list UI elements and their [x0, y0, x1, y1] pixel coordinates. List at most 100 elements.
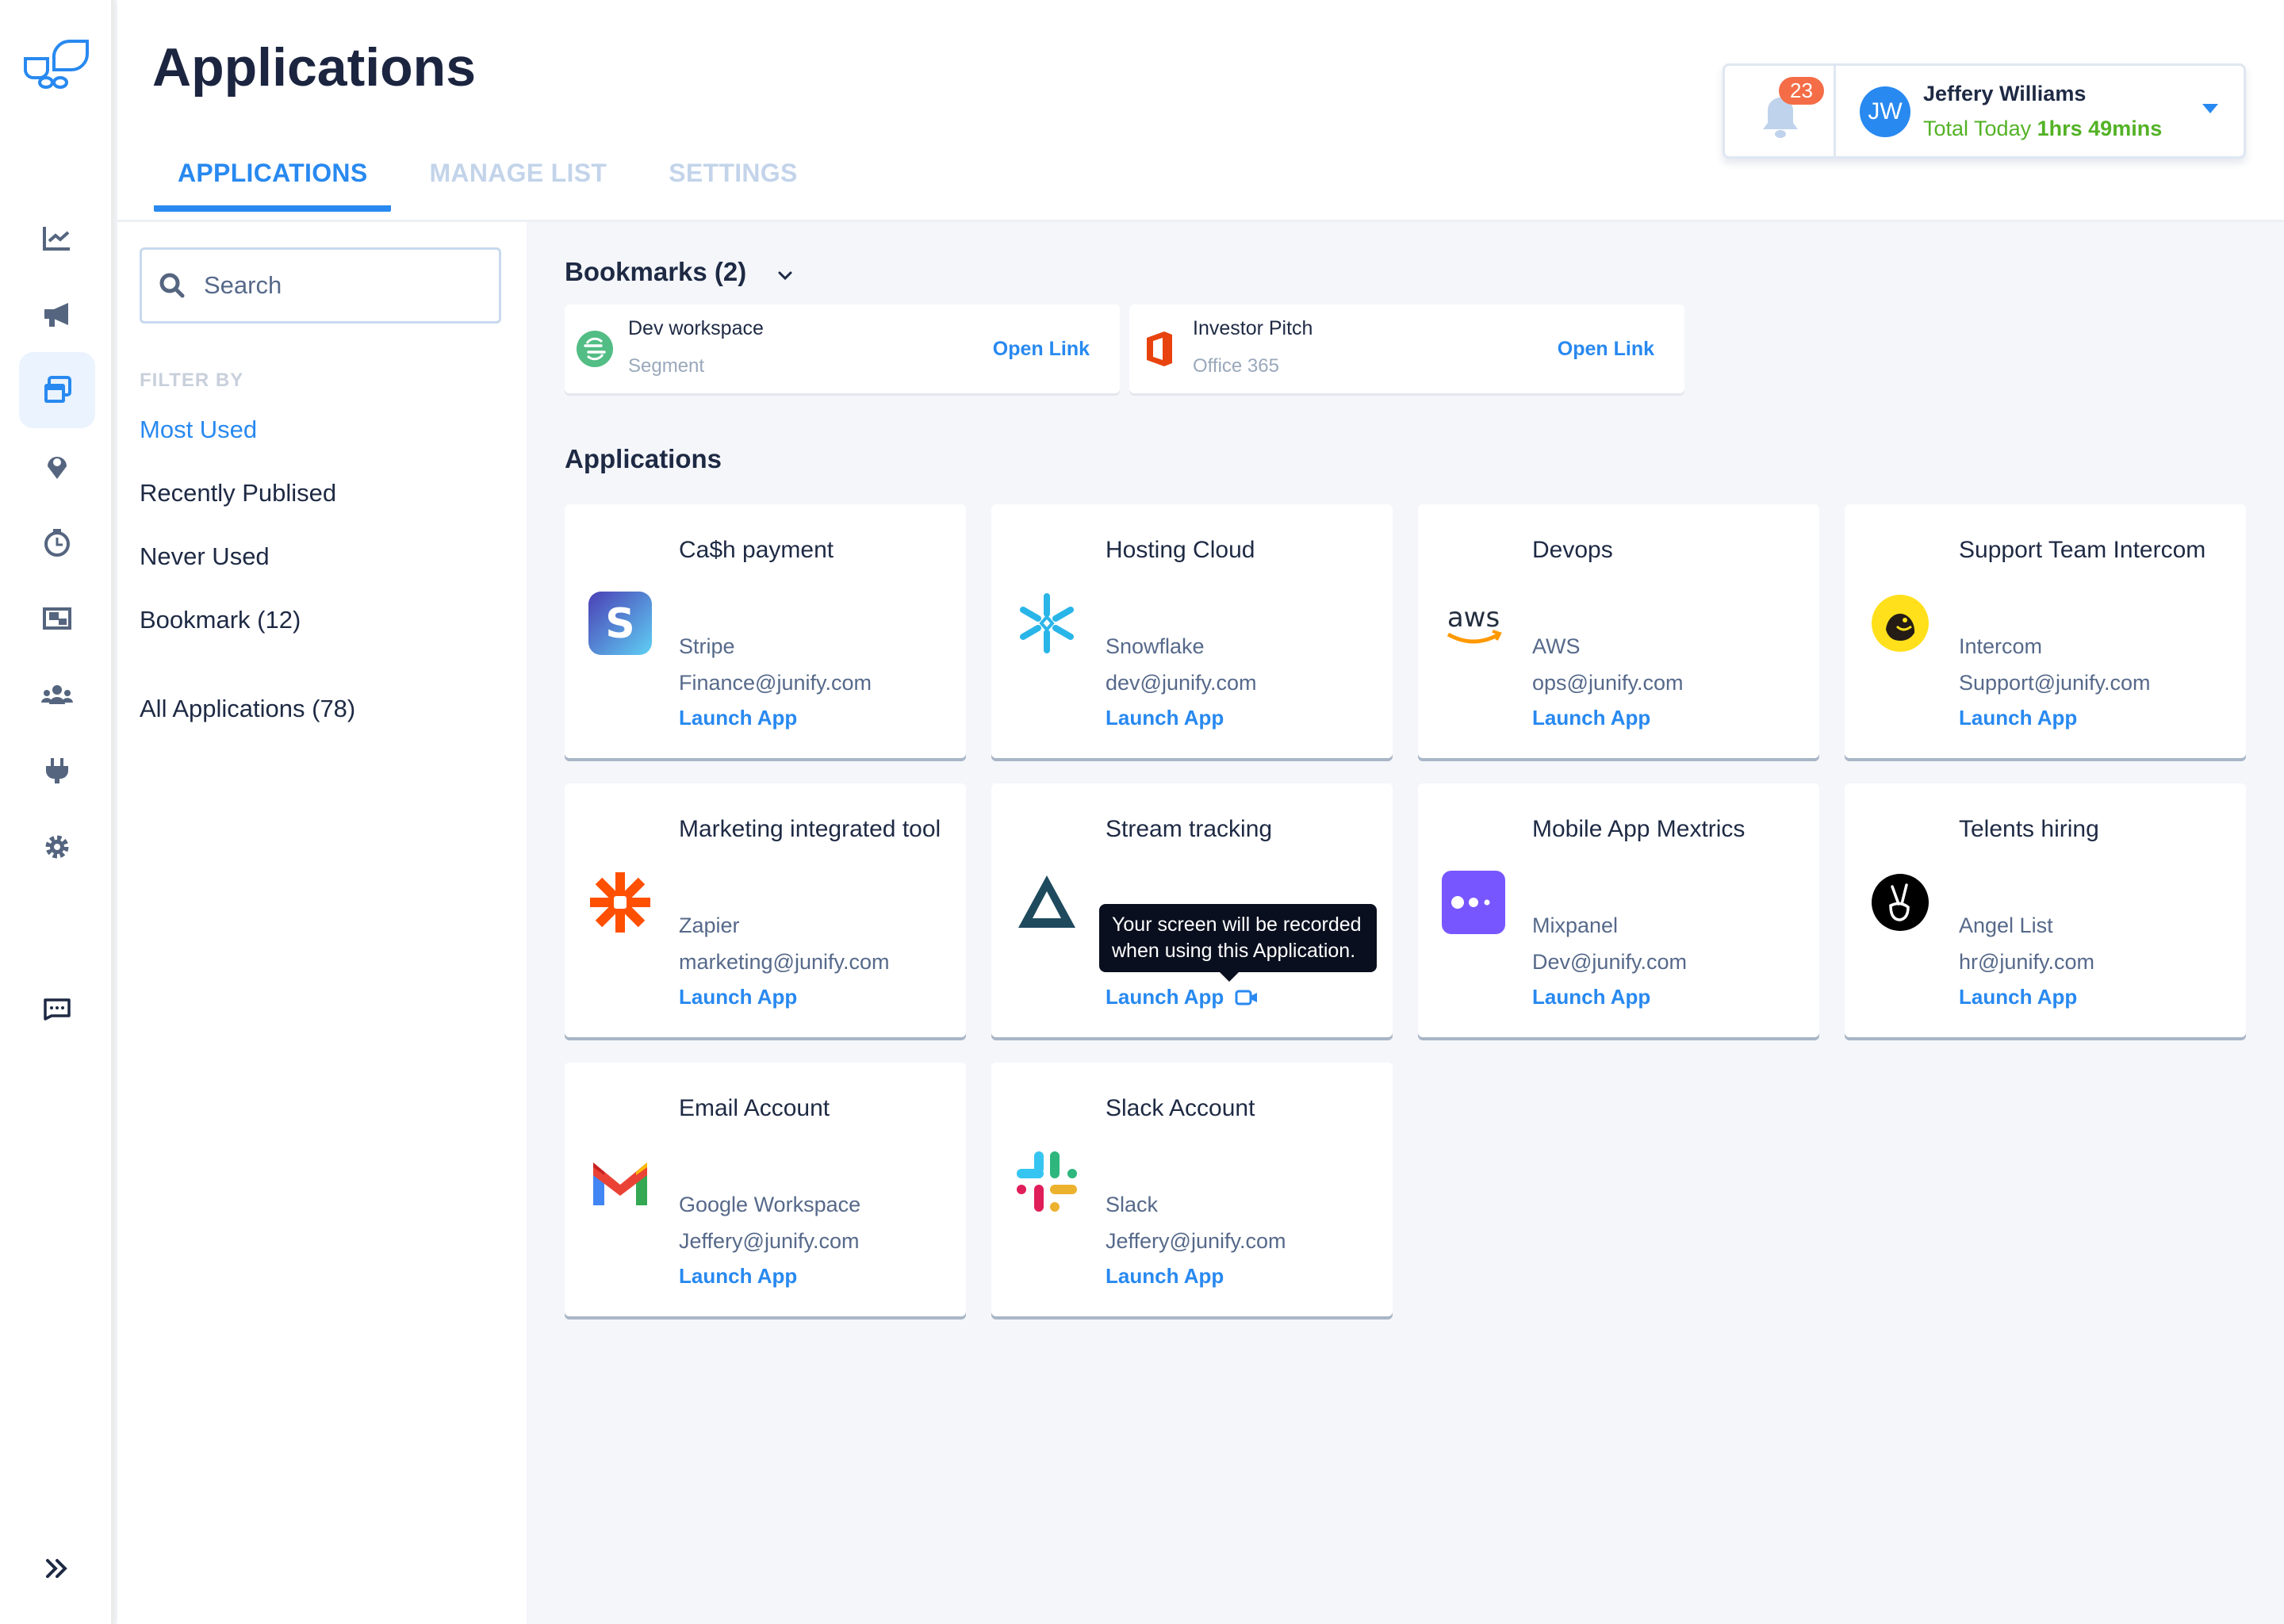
open-link-button[interactable]: Open Link: [1558, 338, 1654, 361]
time-label: Total Today: [1923, 117, 2032, 140]
slack-logo-icon: [1017, 1151, 1077, 1212]
nav-expand[interactable]: [19, 1530, 95, 1607]
page-title: Applications: [152, 37, 477, 98]
tab-applications[interactable]: APPLICATIONS: [154, 159, 392, 212]
bookmark-card[interactable]: Dev workspace Segment Open Link: [565, 304, 1120, 393]
launch-app-button[interactable]: Launch App: [679, 1264, 797, 1289]
app-card[interactable]: Email Account Google Workspace Jeffery@j…: [565, 1063, 966, 1316]
launch-app-button[interactable]: Launch App: [1959, 706, 2077, 730]
app-vendor: Intercom: [1959, 634, 2043, 658]
app-title: Slack Account: [1106, 1095, 1255, 1121]
launch-app-button[interactable]: Launch App: [1532, 985, 1650, 1009]
app-email: Dev@junify.com: [1532, 950, 1687, 974]
svg-text:aws: aws: [1447, 602, 1500, 634]
filter-panel: FILTER BY Most Used Recently Publised Ne…: [117, 222, 527, 1624]
app-card[interactable]: Slack Account Slack Jeffery@junify.com L…: [991, 1063, 1393, 1316]
launch-app-button[interactable]: Launch App: [679, 985, 797, 1009]
app-title: Support Team Intercom: [1959, 537, 2206, 563]
nav-timer[interactable]: [19, 504, 95, 580]
app-card[interactable]: Marketing integrated tool Zapier marketi…: [565, 783, 966, 1037]
chart-line-icon: [43, 227, 70, 251]
filter-recently-published[interactable]: Recently Publised: [140, 479, 336, 508]
user-menu[interactable]: JW Jeffery Williams Total Today 1hrs 49m…: [1836, 66, 2244, 156]
launch-app-button[interactable]: Launch App: [1106, 985, 1259, 1009]
app-email: Finance@junify.com: [679, 671, 872, 695]
nav-locations[interactable]: [19, 428, 95, 504]
app-vendor: Slack: [1106, 1193, 1159, 1216]
app-email: hr@junify.com: [1959, 950, 2094, 974]
notifications-button[interactable]: 23: [1725, 66, 1836, 156]
app-title: Marketing integrated tool: [679, 816, 941, 842]
filter-never-used[interactable]: Never Used: [140, 542, 270, 571]
app-card[interactable]: Hosting Cloud Snowflake dev@junify.com L…: [991, 504, 1393, 758]
main-content: Bookmarks (2) Dev workspace Segment Open…: [527, 222, 2284, 1624]
nav-settings[interactable]: [19, 809, 95, 885]
search-input[interactable]: [204, 271, 473, 300]
app-card[interactable]: Mobile App Mextrics Mixpanel Dev@junify.…: [1418, 783, 1819, 1037]
filter-most-used[interactable]: Most Used: [140, 416, 257, 444]
app-title: Mobile App Mextrics: [1532, 816, 1746, 842]
app-card[interactable]: aws Devops AWS ops@junify.com Launch App: [1418, 504, 1819, 758]
users-icon: [41, 685, 73, 704]
launch-app-button[interactable]: Launch App: [1959, 985, 2077, 1009]
time-value: 1hrs 49mins: [2037, 117, 2163, 140]
app-vendor: AWS: [1532, 634, 1581, 658]
app-card[interactable]: S Ca$h payment Stripe Finance@junify.com…: [565, 504, 966, 758]
app-card[interactable]: Support Team Intercom Intercom Support@j…: [1845, 504, 2246, 758]
app-email: marketing@junify.com: [679, 950, 890, 974]
chevron-down-icon[interactable]: [774, 265, 796, 287]
filter-by-label: FILTER BY: [140, 370, 244, 391]
search-field[interactable]: [140, 247, 501, 324]
video-camera-icon[interactable]: [1235, 989, 1259, 1006]
bookmarks-heading: Bookmarks (2): [565, 257, 747, 286]
recording-tooltip: Your screen will be recorded when using …: [1099, 904, 1377, 982]
windows-icon: [44, 376, 71, 403]
app-card[interactable]: Telents hiring Angel List hr@junify.com …: [1845, 783, 2246, 1037]
angellist-logo-icon: [1872, 874, 1929, 931]
gmail-logo-icon: [593, 1162, 647, 1205]
app-title: Telents hiring: [1959, 816, 2099, 842]
user-name: Jeffery Williams: [1923, 82, 2087, 105]
app-title: Stream tracking: [1106, 816, 1273, 842]
segment-logo-icon: [577, 331, 613, 367]
filter-bookmark[interactable]: Bookmark (12): [140, 606, 301, 634]
launch-app-button[interactable]: Launch App: [1106, 1264, 1224, 1289]
caret-down-icon[interactable]: [2202, 104, 2218, 113]
nav-team[interactable]: [19, 657, 95, 733]
notification-badge: 23: [1779, 77, 1824, 105]
applications-heading: Applications: [565, 444, 722, 473]
nav-announcements[interactable]: [19, 276, 95, 352]
nav-analytics[interactable]: [19, 200, 95, 276]
app-vendor: Google Workspace: [679, 1193, 861, 1216]
nav-chat[interactable]: [19, 972, 95, 1048]
app-email: ops@junify.com: [1532, 671, 1684, 695]
app-vendor: Mixpanel: [1532, 914, 1619, 937]
aws-logo-icon: aws: [1447, 602, 1502, 644]
app-title: Ca$h payment: [679, 537, 834, 563]
launch-app-button[interactable]: Launch App: [1106, 706, 1224, 730]
launch-app-button[interactable]: Launch App: [679, 706, 797, 730]
plug-icon: [46, 758, 68, 783]
nav-screens[interactable]: [19, 580, 95, 657]
app-email: dev@junify.com: [1106, 671, 1257, 695]
bookmark-card[interactable]: Investor Pitch Office 365 Open Link: [1129, 304, 1684, 393]
left-nav-rail: [0, 0, 114, 1624]
launch-app-button[interactable]: Launch App: [1532, 706, 1650, 730]
app-title: Hosting Cloud: [1106, 537, 1255, 563]
bookmark-vendor: Office 365: [1193, 355, 1279, 377]
brand-logo-icon: [24, 39, 89, 89]
tab-manage-list[interactable]: MANAGE LIST: [405, 159, 630, 212]
bookmark-title: Investor Pitch: [1193, 317, 1313, 339]
bookmark-title: Dev workspace: [628, 317, 764, 339]
stripe-logo-icon: S: [588, 592, 652, 655]
svg-text:S: S: [605, 600, 634, 648]
bookmark-vendor: Segment: [628, 355, 705, 377]
open-link-button[interactable]: Open Link: [993, 338, 1090, 361]
nav-applications[interactable]: [19, 352, 95, 428]
nav-integrations[interactable]: [19, 733, 95, 809]
filter-all-applications[interactable]: All Applications (78): [140, 695, 355, 723]
user-status-box: 23 JW Jeffery Williams Total Today 1hrs …: [1723, 63, 2246, 159]
gear-icon: [45, 835, 69, 859]
tab-settings[interactable]: SETTINGS: [645, 159, 821, 212]
megaphone-icon: [44, 303, 68, 327]
